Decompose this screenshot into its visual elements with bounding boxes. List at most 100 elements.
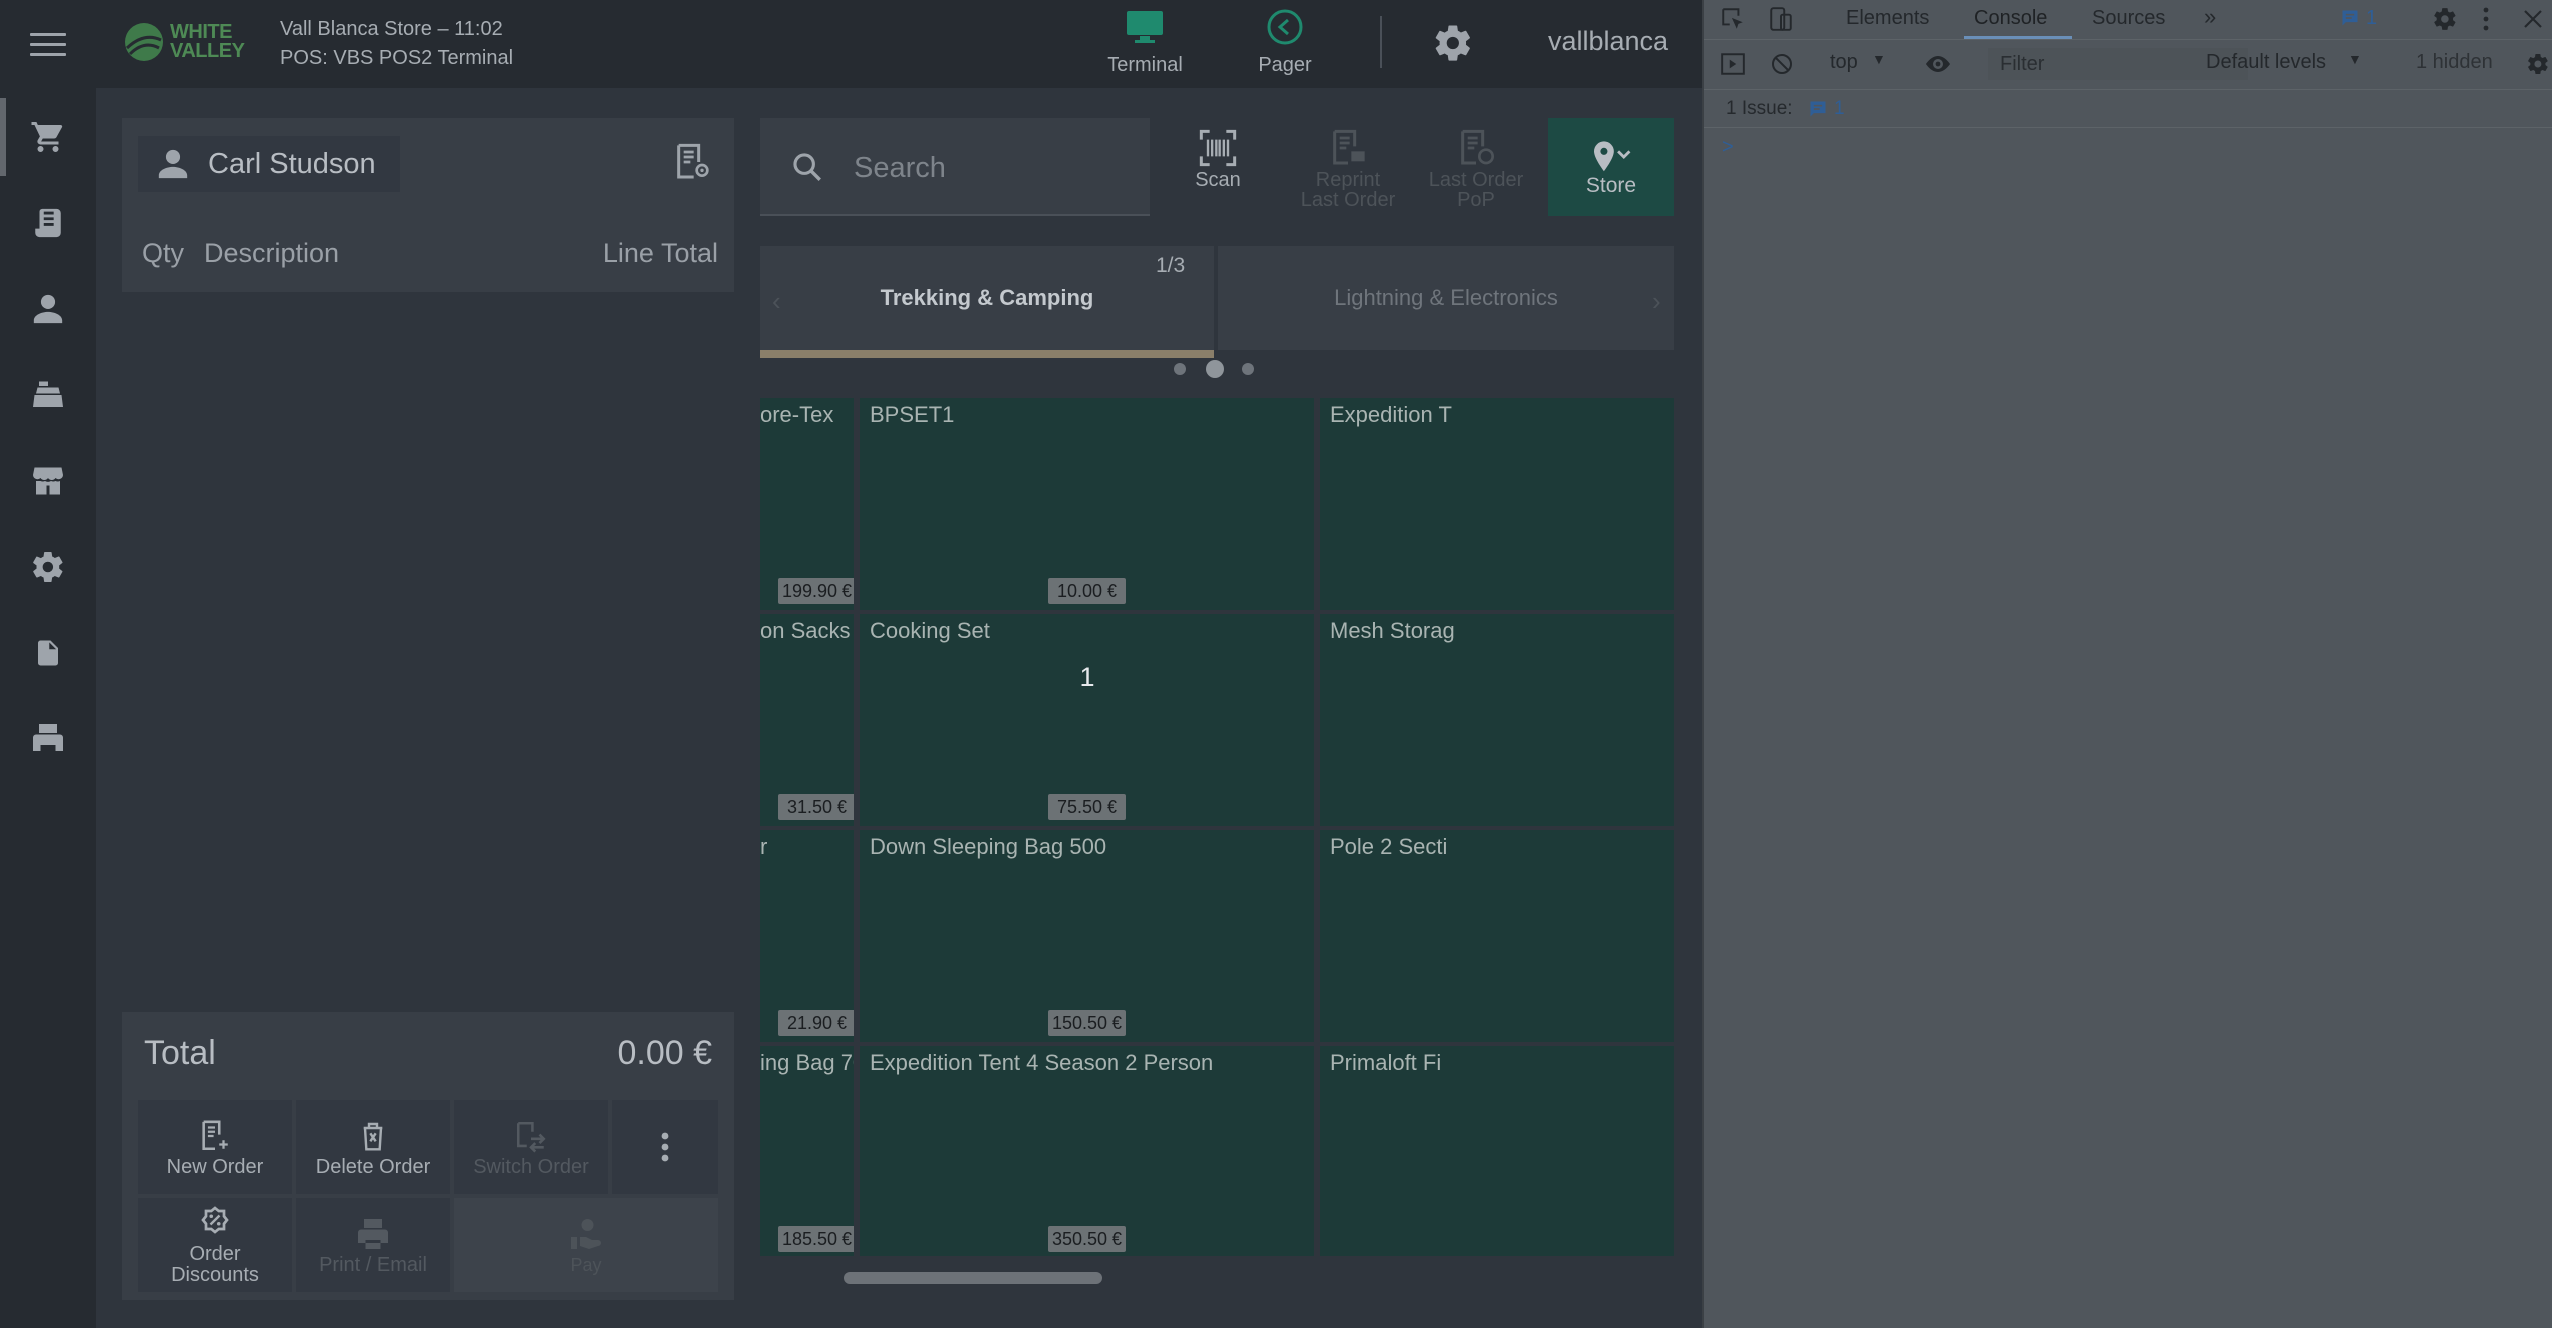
horizontal-scrollbar[interactable] [844,1272,1102,1284]
page-dot[interactable] [1242,363,1254,375]
inspect-element-icon[interactable] [1720,6,1746,32]
product-tile[interactable]: Primaloft Fi [1320,1046,1674,1256]
col-description: Description [204,238,340,268]
sidebar-item-settings[interactable] [0,524,96,610]
tab-lightning-electronics[interactable]: Lightning & Electronics [1218,246,1674,350]
product-tile[interactable]: ing Bag 700 185.50 € [760,1046,854,1256]
gear-icon[interactable] [1432,22,1474,64]
log-levels-dropdown[interactable]: Default levels [2206,51,2326,74]
terminal-button[interactable]: Terminal [1090,6,1200,84]
eye-icon[interactable] [1924,54,1952,74]
order-discounts-button[interactable]: Order Discounts [138,1198,292,1292]
product-name: Pole 2 Secti [1330,834,1448,859]
context-selector[interactable]: top [1830,51,1858,74]
product-tile[interactable]: Mesh Storag [1320,614,1674,826]
page-dot-active[interactable] [1206,360,1224,378]
pos-app: WHITE VALLEY Vall Blanca Store – 11:02 P… [0,0,1702,1328]
device-toolbar-icon[interactable] [1768,5,1794,33]
product-name: BPSET1 [870,402,955,427]
reprint-last-order-button[interactable]: Reprint Last Order [1290,126,1406,218]
product-tile[interactable]: r 21.90 € [760,830,854,1042]
customer-settings-button[interactable] [666,136,718,188]
category-page-count: 1/3 [1156,254,1186,277]
top-bar: WHITE VALLEY Vall Blanca Store – 11:02 P… [0,0,1702,88]
product-name: Primaloft Fi [1330,1050,1442,1075]
issues-bar[interactable]: 1 Issue: 1 [1704,90,2552,128]
tab-elements[interactable]: Elements [1846,7,1929,30]
more-tabs-icon[interactable]: » [2204,4,2216,30]
product-price: 10.00 € [1048,578,1126,604]
new-order-label: New Order [166,1155,264,1178]
product-name: Down Sleeping Bag 500 [870,834,1107,859]
console-toolbar: top ▼ Filter Default levels ▼ 1 hidden [1704,40,2552,90]
product-tile[interactable]: BPSET1 10.00 € [860,398,1314,610]
clear-console-icon[interactable] [1770,52,1794,76]
tab-sources[interactable]: Sources [2092,7,2165,30]
print-email-button[interactable]: Print / Email [296,1198,450,1292]
scan-button[interactable]: Scan [1160,126,1276,218]
page-dot[interactable] [1174,363,1186,375]
close-icon[interactable] [2522,8,2544,30]
sidebar-item-cash-register[interactable] [0,352,96,438]
sidebar-item-receipts[interactable] [0,180,96,266]
username[interactable]: vallblanca [1548,26,1668,57]
barcode-scan-icon [1199,129,1237,167]
pay-button[interactable]: Pay [454,1198,718,1292]
sidebar-item-store[interactable] [0,438,96,524]
devtools-tab-bar: Elements Console Sources » 1 [1704,0,2552,40]
sidebar-item-cart[interactable] [0,94,96,180]
switch-order-button[interactable]: Switch Order [454,1100,608,1194]
gear-icon[interactable] [2526,52,2550,76]
search-icon [793,153,821,181]
store-label: Store [1585,174,1637,197]
message-icon [1810,101,1826,117]
pager-button[interactable]: Pager [1230,6,1340,84]
search-input[interactable]: Search [760,118,1150,216]
hidden-count: 1 hidden [2416,51,2493,73]
new-order-button[interactable]: New Order [138,1100,292,1194]
more-options-button[interactable] [612,1100,718,1194]
message-icon[interactable] [2340,8,2360,28]
order-column-headers: Qty Description Line Total [122,208,734,292]
toolbar-divider [1380,16,1382,68]
message-count: 1 [2366,7,2378,29]
tab-console[interactable]: Console [1974,7,2047,30]
storefront-icon [33,467,63,495]
tab-trekking-camping[interactable]: Trekking & Camping [760,246,1214,350]
sidebar-item-documents[interactable] [0,610,96,696]
discount-icon [201,1206,229,1234]
store-button[interactable]: Store [1548,118,1674,216]
tab-label: Lightning & Electronics [1334,285,1558,310]
more-vertical-icon [661,1132,669,1162]
chevron-left-icon[interactable]: ‹ [772,286,781,317]
product-tile[interactable]: Expedition Tent 4 Season 2 Person 350.50 … [860,1046,1314,1256]
total-value: 0.00 € [617,1034,712,1072]
customer-chip[interactable]: Carl Studson [138,136,400,192]
reprint-label-1: Reprint [1315,169,1381,191]
product-tile[interactable]: Cooking Set 75.50 € 1 [860,614,1314,826]
trash-icon [363,1122,383,1151]
console-prompt[interactable]: > [1722,136,1734,159]
brand-logo: WHITE VALLEY [122,16,262,68]
search-placeholder: Search [854,152,946,184]
product-name: ore-Tex [760,402,834,427]
chevron-right-icon[interactable]: › [1652,286,1661,317]
product-tile[interactable]: Down Sleeping Bag 500 150.50 € [860,830,1314,1042]
product-tile[interactable]: Pole 2 Secti [1320,830,1674,1042]
delete-order-button[interactable]: Delete Order [296,1100,450,1194]
page-dots [1174,358,1254,378]
sidebar-item-customers[interactable] [0,266,96,352]
sidebar-toggle-icon[interactable] [1720,52,1746,76]
sidebar-item-printer[interactable] [0,696,96,782]
product-tile[interactable]: on Sacks Cordura 31.50 € [760,614,854,826]
kebab-menu-icon[interactable] [2482,6,2490,32]
gear-icon[interactable] [2432,6,2458,32]
order-lines-list[interactable] [122,292,734,1012]
product-name: on Sacks Cordura [760,618,854,643]
last-order-pop-button[interactable]: Last Order PoP [1418,126,1534,218]
product-tile[interactable]: ore-Tex 199.90 € [760,398,854,610]
reprint-icon [1333,129,1365,165]
col-line-total: Line Total [602,238,718,268]
product-tile[interactable]: Expedition T [1320,398,1674,610]
hamburger-icon[interactable] [30,28,66,58]
